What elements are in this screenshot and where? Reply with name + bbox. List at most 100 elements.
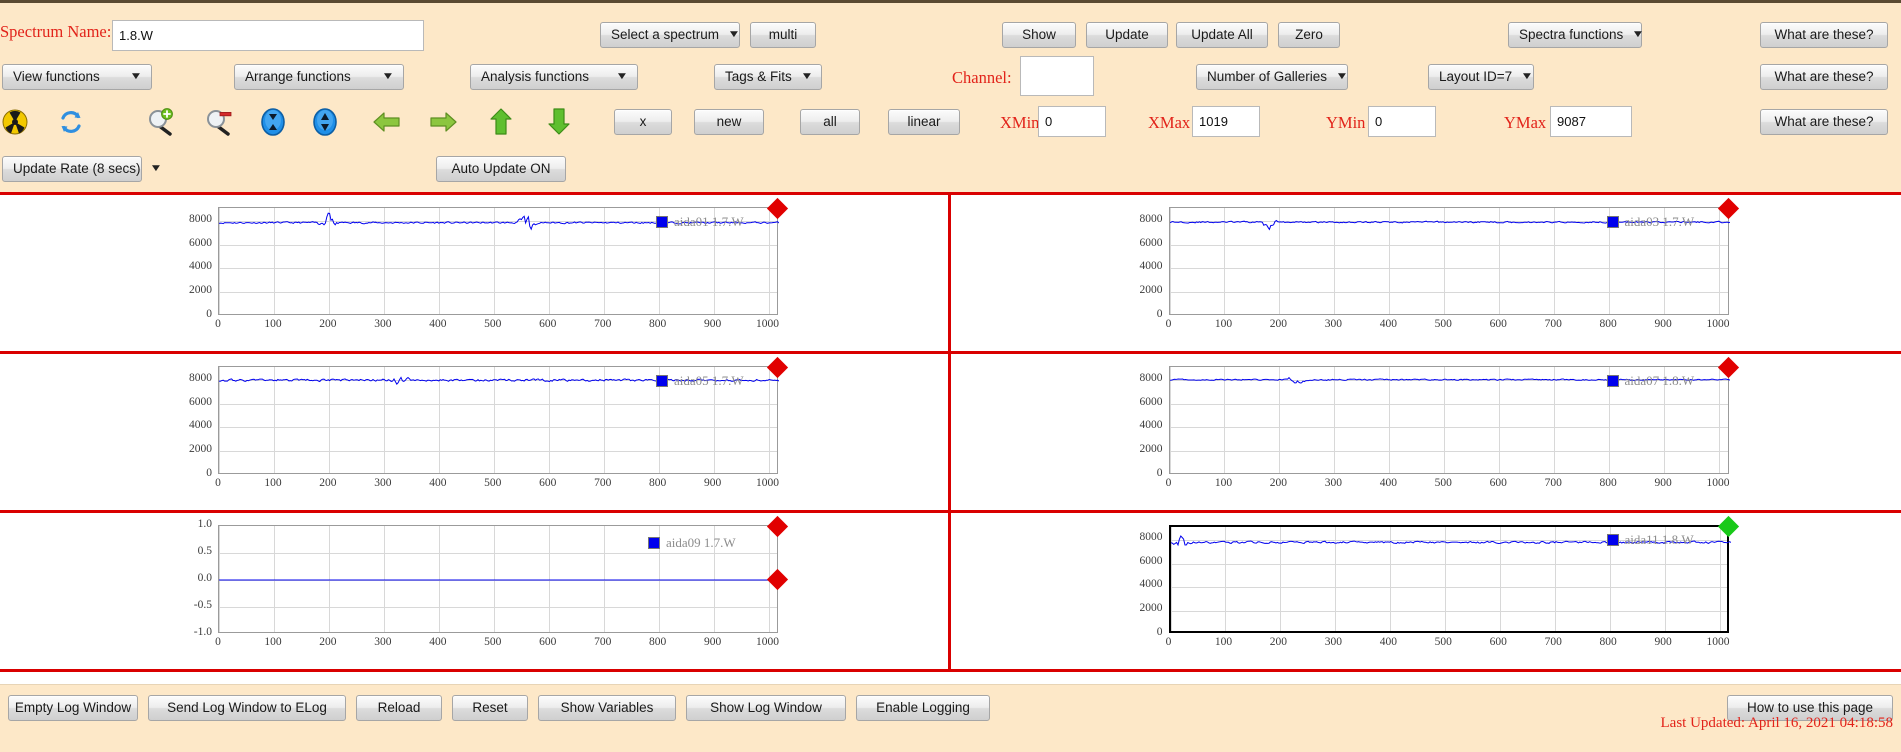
x-axis-tick-label: 800 [649, 318, 667, 330]
x-axis-tick-label: 800 [1599, 477, 1617, 489]
y-axis-tick-label: 4000 [189, 419, 212, 432]
spectrum-name-input[interactable] [112, 20, 424, 51]
show-variables-button[interactable]: Show Variables [538, 695, 676, 721]
refresh-icon[interactable] [56, 107, 86, 137]
spectrum-panel-4[interactable]: 0 100 200 300 400 500 600 700 800 900 1000 -1.0 -0.5… [0, 513, 951, 669]
plot-area[interactable] [218, 525, 779, 633]
spectra-gallery-grid: 0 100 200 300 400 500 600 700 800 900 1000 0 2000 400… [0, 192, 1901, 684]
x-axis-tick-label: 300 [374, 318, 392, 330]
layout-id-dropdown[interactable]: Layout ID=7 ▼ [1428, 64, 1534, 90]
y-axis-tick-label: 8000 [1139, 530, 1163, 543]
y-axis-tick-label: 0 [1156, 308, 1163, 320]
xmax-label: XMax [1148, 113, 1191, 132]
bottom-toolbar: Empty Log Window Send Log Window to ELog… [0, 684, 1901, 752]
spectrum-panel-5[interactable]: 0 100 200 300 400 500 600 700 800 900 1000 0 2000 400… [951, 513, 1901, 669]
toolbar-row-1: Spectrum Name: Select a spectrum ▼ multi… [0, 3, 1901, 51]
x-axis-tick-label: 400 [1379, 636, 1397, 648]
arrow-up-icon[interactable] [486, 107, 516, 137]
xmin-input[interactable] [1038, 106, 1106, 137]
show-button[interactable]: Show [1002, 22, 1076, 48]
reset-button[interactable]: Reset [452, 695, 528, 721]
arrow-down-icon[interactable] [544, 107, 574, 137]
plot-area[interactable] [218, 207, 779, 315]
x-axis-tick-label: 900 [1654, 318, 1672, 330]
view-functions-dropdown[interactable]: View functions ▼ [2, 64, 152, 90]
chevron-down-icon: ▼ [615, 71, 629, 82]
channel-field-wrap [1020, 56, 1094, 96]
reload-button[interactable]: Reload [356, 695, 442, 721]
x-axis-tick-label: 200 [1269, 477, 1288, 489]
zero-button[interactable]: Zero [1278, 22, 1340, 48]
what-are-these-button-2[interactable]: What are these? [1760, 64, 1888, 90]
y-axis-tick-label: 8000 [189, 212, 212, 225]
y-axis-tick-label: 2000 [1139, 284, 1163, 297]
spectrum-panel-0[interactable]: 0 100 200 300 400 500 600 700 800 900 1000 0 2000 400… [0, 195, 951, 351]
y-axis-tick-label: 2000 [189, 443, 212, 456]
expand-vertical-icon[interactable] [258, 107, 288, 137]
number-of-galleries-dropdown[interactable]: Number of Galleries ▼ [1196, 64, 1349, 90]
enable-logging-button[interactable]: Enable Logging [856, 695, 990, 721]
arrange-functions-dropdown[interactable]: Arrange functions ▼ [234, 64, 404, 90]
layout-id-label: Layout ID=7 [1439, 69, 1513, 84]
x-axis-tick-label: 600 [539, 477, 557, 489]
linear-button[interactable]: linear [888, 109, 960, 135]
zoom-out-icon[interactable] [204, 107, 234, 137]
plot-area[interactable] [218, 366, 779, 474]
send-log-window-button[interactable]: Send Log Window to ELog [148, 695, 346, 721]
xmax-input[interactable] [1192, 106, 1260, 137]
x-axis-tick-label: 700 [594, 318, 612, 330]
select-spectrum-dropdown[interactable]: Select a spectrum ▼ [600, 22, 741, 48]
channel-input[interactable] [1020, 56, 1094, 96]
tags-fits-dropdown[interactable]: Tags & Fits ▼ [714, 64, 822, 90]
plot-area[interactable] [1168, 366, 1730, 474]
update-button[interactable]: Update [1086, 22, 1168, 48]
y-axis-tick-label: 6000 [189, 236, 212, 249]
x-axis-tick-label: 800 [649, 636, 667, 648]
spectrum-panel-2[interactable]: 0 100 200 300 400 500 600 700 800 900 1000 0 2000 400… [0, 354, 951, 510]
multi-button[interactable]: multi [750, 22, 816, 48]
auto-update-button[interactable]: Auto Update ON [436, 156, 566, 182]
update-all-button[interactable]: Update All [1176, 22, 1268, 48]
zoom-in-icon[interactable] [146, 107, 176, 137]
spectrum-panel-3[interactable]: 0 100 200 300 400 500 600 700 800 900 1000 0 2000 400… [951, 354, 1901, 510]
update-rate-dropdown[interactable]: Update Rate (8 secs) ▼ [2, 156, 162, 182]
plot-area[interactable] [1168, 525, 1731, 633]
arrow-left-icon[interactable] [372, 107, 402, 137]
spectrum-panel-1[interactable]: 0 100 200 300 400 500 600 700 800 900 1000 0 2000 400… [951, 195, 1901, 351]
x-axis-tick-label: 900 [703, 477, 722, 489]
x-axis-tick-label: 100 [1214, 477, 1233, 489]
y-axis-tick-label: 6000 [189, 395, 212, 408]
view-functions-label: View functions [13, 69, 100, 84]
radiation-icon[interactable] [0, 107, 30, 137]
x-button[interactable]: x [614, 109, 672, 135]
what-are-these-button-1[interactable]: What are these? [1760, 22, 1888, 48]
empty-log-window-button[interactable]: Empty Log Window [8, 695, 138, 721]
x-axis-tick-label: 600 [1489, 636, 1507, 648]
x-axis-tick-label: 900 [703, 636, 722, 648]
spectrum-trace [219, 212, 779, 231]
ymin-label: YMin [1326, 113, 1366, 132]
x-axis-tick-label: 700 [1544, 477, 1562, 489]
spectrum-trace [219, 579, 779, 581]
spectrum-viewer-app: Spectrum Name: Select a spectrum ▼ multi… [0, 0, 1901, 752]
x-axis-tick-label: 100 [1214, 636, 1233, 648]
ymin-input[interactable] [1368, 106, 1436, 137]
ymax-input[interactable] [1550, 106, 1632, 137]
all-button[interactable]: all [800, 109, 860, 135]
what-are-these-button-3[interactable]: What are these? [1760, 109, 1888, 135]
arrow-right-icon[interactable] [428, 107, 458, 137]
analysis-functions-dropdown[interactable]: Analysis functions ▼ [470, 64, 638, 90]
new-button[interactable]: new [694, 109, 764, 135]
spectra-functions-dropdown[interactable]: Spectra functions ▼ [1508, 22, 1645, 48]
show-log-window-button[interactable]: Show Log Window [686, 695, 846, 721]
analysis-functions-label: Analysis functions [481, 69, 590, 84]
toolbar-row-3: x new all linear XMin XMax YMin YMax Wha… [0, 97, 1901, 144]
x-axis-tick-label: 800 [1599, 636, 1617, 648]
collapse-vertical-icon[interactable] [310, 107, 340, 137]
x-axis-tick-label: 900 [1654, 477, 1672, 489]
y-axis-tick-label: 6000 [1139, 554, 1163, 567]
tags-fits-label: Tags & Fits [725, 69, 792, 84]
plot-area[interactable] [1168, 207, 1730, 315]
x-axis-tick-label: 500 [484, 318, 502, 330]
y-axis-tick-label: 4000 [1139, 578, 1163, 591]
